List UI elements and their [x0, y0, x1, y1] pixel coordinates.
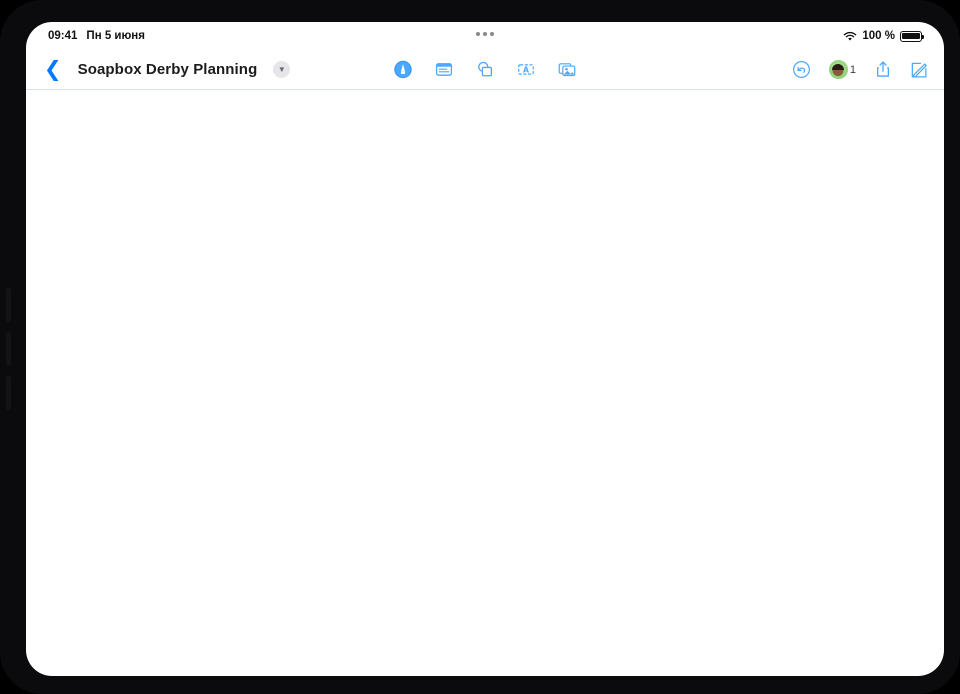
battery-icon [900, 31, 922, 42]
ipad-screen: 09:41 Пн 5 июня 100 % ❮ Soapbox Derby Pl… [26, 22, 944, 676]
undo-arrow-icon[interactable] [792, 60, 811, 79]
chevron-down-icon[interactable]: ▼ [273, 61, 290, 78]
compose-icon[interactable] [910, 61, 928, 79]
side-button[interactable] [6, 376, 11, 410]
media-tool[interactable] [558, 60, 577, 79]
share-icon[interactable] [874, 60, 892, 79]
text-box-tool[interactable]: A [517, 60, 536, 79]
toolbar-right-group: 1 [792, 60, 928, 79]
sticky-note-tool[interactable] [435, 60, 454, 79]
collaborator-avatar-button[interactable]: 1 [829, 60, 856, 79]
app-toolbar: ❮ Soapbox Derby Planning ▼ [26, 50, 944, 90]
multitasking-dots-icon[interactable] [26, 32, 944, 36]
markup-pen-tool[interactable] [394, 60, 413, 79]
shapes-tool[interactable] [476, 60, 495, 79]
volume-down-button[interactable] [6, 332, 11, 366]
collaborator-count: 1 [850, 64, 856, 76]
svg-text:A: A [523, 65, 529, 74]
user-avatar [829, 60, 848, 79]
back-chevron-icon[interactable]: ❮ [42, 59, 68, 80]
volume-up-button[interactable] [6, 288, 11, 322]
status-bar: 09:41 Пн 5 июня 100 % [26, 22, 944, 50]
tool-group: A [394, 60, 577, 79]
ipad-device-frame: 09:41 Пн 5 июня 100 % ❮ Soapbox Derby Pl… [0, 0, 960, 694]
page-title: Soapbox Derby Planning [78, 61, 258, 78]
